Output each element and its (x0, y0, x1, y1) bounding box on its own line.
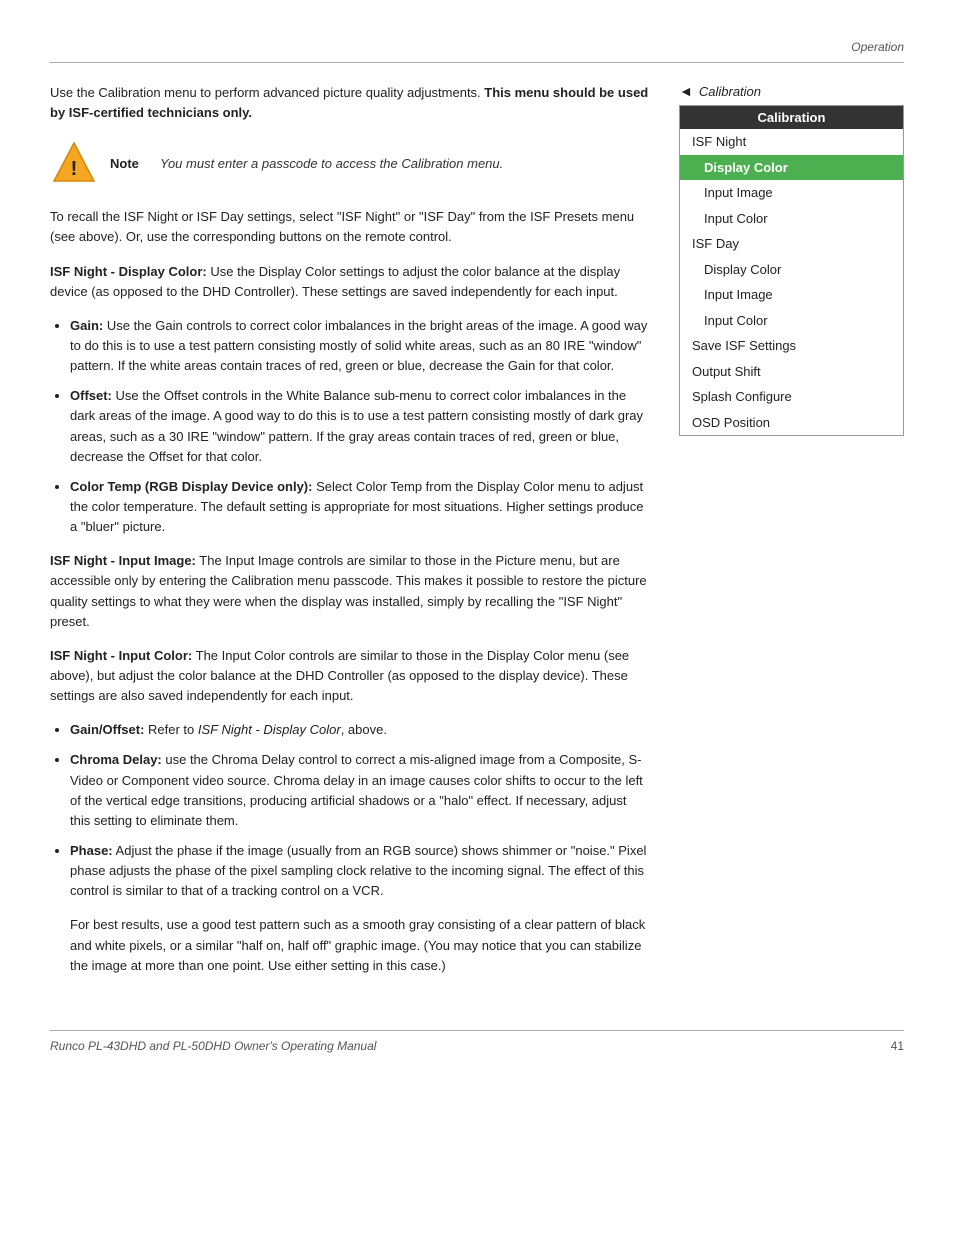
menu-item-isf-day[interactable]: ISF Day (680, 231, 903, 257)
bullet-gain-heading: Gain: (70, 318, 103, 333)
bullet-color-temp: Color Temp (RGB Display Device only): Se… (70, 477, 649, 537)
isf-night-display-color-para: ISF Night - Display Color: Use the Displ… (50, 262, 649, 302)
menu-item-display-color-night[interactable]: Display Color (680, 155, 903, 181)
isf-night-input-image-heading: ISF Night - Input Image: (50, 553, 196, 568)
isf-night-input-color-heading: ISF Night - Input Color: (50, 648, 192, 663)
bullet-phase-text: Adjust the phase if the image (usually f… (70, 843, 646, 898)
intro-paragraph: Use the Calibration menu to perform adva… (50, 83, 649, 123)
isf-night-input-color-para: ISF Night - Input Color: The Input Color… (50, 646, 649, 706)
page-footer: Runco PL-43DHD and PL-50DHD Owner's Oper… (50, 1030, 904, 1053)
note-text: You must enter a passcode to access the … (160, 156, 503, 171)
bullet-offset: Offset: Use the Offset controls in the W… (70, 386, 649, 467)
bullet-offset-text: Use the Offset controls in the White Bal… (70, 388, 643, 463)
main-text-column: Use the Calibration menu to perform adva… (50, 83, 649, 990)
page-container: Operation Use the Calibration menu to pe… (0, 0, 954, 1093)
menu-item-input-color-night[interactable]: Input Color (680, 206, 903, 232)
isf-night-input-image-para: ISF Night - Input Image: The Input Image… (50, 551, 649, 632)
phase-extra-para: For best results, use a good test patter… (70, 915, 649, 975)
isf-night-display-color-heading: ISF Night - Display Color: (50, 264, 207, 279)
menu-item-input-color-day[interactable]: Input Color (680, 308, 903, 334)
menu-item-isf-night[interactable]: ISF Night (680, 129, 903, 155)
calibration-menu: Calibration ISF Night Display Color Inpu… (679, 105, 904, 436)
bullet-color-temp-heading: Color Temp (RGB Display Device only): (70, 479, 312, 494)
menu-item-osd-position[interactable]: OSD Position (680, 410, 903, 436)
sidebar-column: ◄ Calibration Calibration ISF Night Disp… (679, 83, 904, 990)
bullet-gain-text: Use the Gain controls to correct color i… (70, 318, 647, 373)
bullet-gain-offset-end: , above. (341, 722, 387, 737)
bullet-chroma-delay-heading: Chroma Delay: (70, 752, 162, 767)
content-area: Use the Calibration menu to perform adva… (50, 83, 904, 990)
menu-item-output-shift[interactable]: Output Shift (680, 359, 903, 385)
menu-item-display-color-day[interactable]: Display Color (680, 257, 903, 283)
bullet-gain-offset-italic: ISF Night - Display Color (198, 722, 341, 737)
note-box: ! Note You must enter a passcode to acce… (50, 139, 649, 187)
footer-title: Runco PL-43DHD and PL-50DHD Owner's Oper… (50, 1039, 376, 1053)
sidebar-arrow: ◄ (679, 83, 693, 99)
menu-item-input-image-night[interactable]: Input Image (680, 180, 903, 206)
bullet-offset-heading: Offset: (70, 388, 112, 403)
footer-page: 41 (891, 1039, 904, 1053)
header-text: Operation (851, 40, 904, 54)
bullet-gain-offset-heading: Gain/Offset: (70, 722, 144, 737)
svg-text:!: ! (71, 158, 78, 180)
display-color-bullets: Gain: Use the Gain controls to correct c… (70, 316, 649, 537)
note-label: Note (110, 156, 148, 171)
sidebar-title: Calibration (699, 84, 761, 99)
sidebar-title-row: ◄ Calibration (679, 83, 904, 99)
bullet-chroma-delay: Chroma Delay: use the Chroma Delay contr… (70, 750, 649, 831)
menu-item-save-isf[interactable]: Save ISF Settings (680, 333, 903, 359)
page-header: Operation (50, 40, 904, 54)
menu-item-input-image-day[interactable]: Input Image (680, 282, 903, 308)
warning-icon: ! (50, 139, 98, 187)
bullet-gain: Gain: Use the Gain controls to correct c… (70, 316, 649, 376)
menu-item-splash-configure[interactable]: Splash Configure (680, 384, 903, 410)
recall-paragraph: To recall the ISF Night or ISF Day setti… (50, 207, 649, 247)
intro-text: Use the Calibration menu to perform adva… (50, 85, 484, 100)
bullet-gain-offset: Gain/Offset: Refer to ISF Night - Displa… (70, 720, 649, 740)
header-rule (50, 62, 904, 63)
menu-header: Calibration (680, 106, 903, 129)
bullet-gain-offset-text: Refer to (148, 722, 198, 737)
bullet-phase: Phase: Adjust the phase if the image (us… (70, 841, 649, 901)
input-color-bullets: Gain/Offset: Refer to ISF Night - Displa… (70, 720, 649, 901)
bullet-phase-heading: Phase: (70, 843, 113, 858)
